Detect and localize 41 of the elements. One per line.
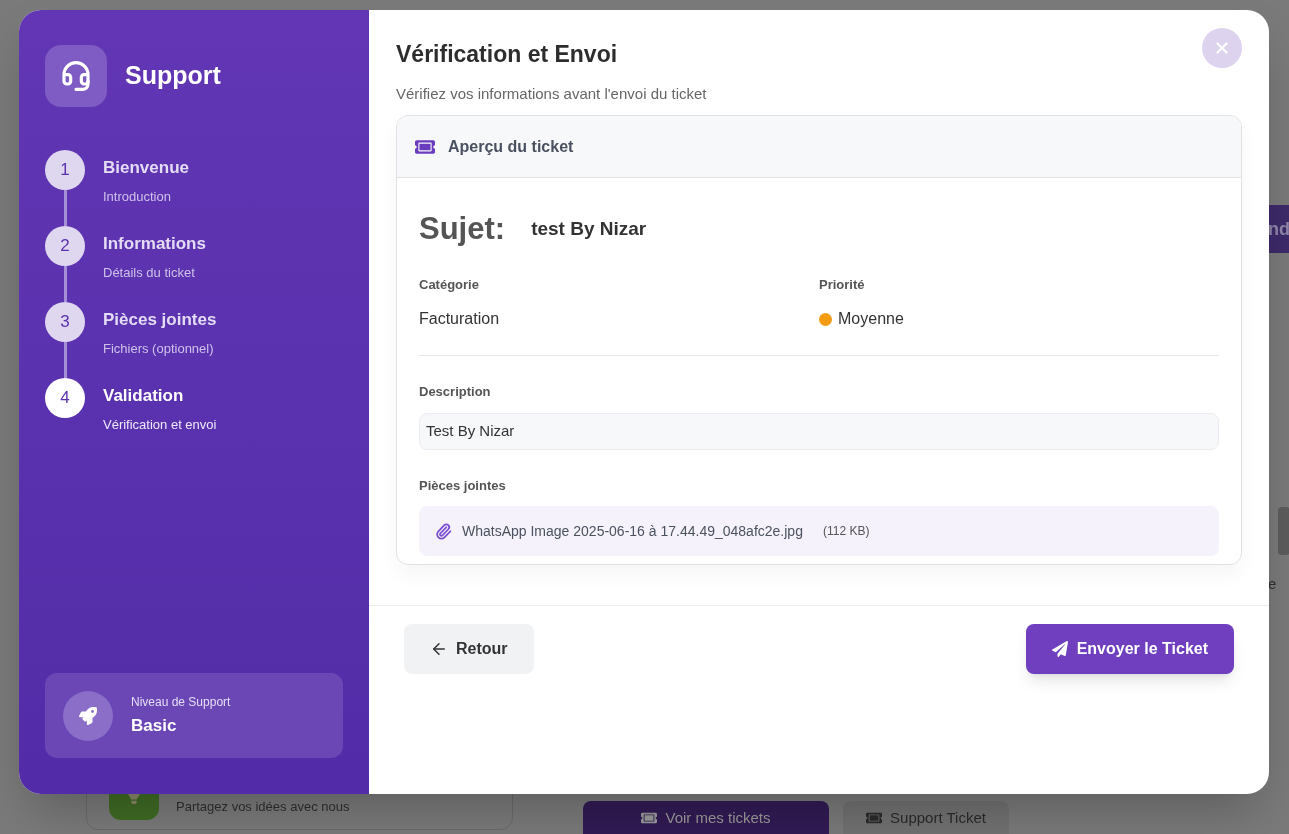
step-subtitle: Détails du ticket [103, 263, 196, 282]
priority-value: Moyenne [838, 309, 904, 329]
headset-icon [45, 45, 107, 107]
paperclip-icon [435, 522, 452, 540]
category-label: Catégorie [419, 275, 480, 294]
step-subtitle: Introduction [103, 187, 172, 206]
support-level-value: Basic [131, 714, 178, 737]
description-label: Description [419, 383, 492, 401]
step-number: 2 [45, 226, 85, 266]
priority-label: Priorité [819, 275, 866, 294]
subject-label: Sujet: [419, 210, 506, 248]
support-level-label: Niveau de Support [131, 693, 231, 711]
dialog-title: Vérification et Envoi [396, 40, 618, 69]
step-title: Pièces jointes [103, 309, 217, 331]
attachment-size: (112 KB) [822, 523, 870, 540]
back-button[interactable]: Retour [404, 624, 534, 674]
step-number: 1 [45, 150, 85, 190]
dialog-subtitle: Vérifiez vos informations avant l'envoi du ticket [396, 83, 708, 104]
page-text: e [1268, 574, 1277, 594]
preview-title: Aperçu du ticket [448, 136, 574, 157]
page-tab[interactable]: Support Ticket [843, 801, 1009, 834]
step-number: 3 [45, 302, 85, 342]
step-title: Validation [103, 385, 185, 407]
page-tab[interactable]: Voir mes tickets [583, 801, 829, 834]
step-subtitle: Fichiers (optionnel) [103, 339, 215, 358]
rocket-icon [63, 690, 113, 741]
subject-value: test By Nizar [531, 217, 647, 241]
close-button[interactable] [1202, 28, 1242, 68]
card-text: Partagez vos idées avec nous [176, 798, 350, 816]
attachments-label: Pièces jointes [419, 476, 507, 495]
sidebar-title: Support [125, 60, 221, 92]
attachment-name: WhatsApp Image 2025-06-16 à 17.44.49_048afc2e.jpg [462, 521, 803, 541]
step-number: 4 [45, 378, 85, 418]
description-field: Test By Nizar [419, 412, 1219, 450]
paper-plane-icon [1051, 641, 1068, 657]
send-button[interactable]: Envoyer le Ticket [1025, 624, 1234, 674]
step-title: Bienvenue [103, 157, 189, 179]
close-icon [1213, 39, 1231, 57]
step-subtitle: Vérification et envoi [103, 415, 217, 434]
category-value: Facturation [419, 309, 501, 329]
step-title: Informations [103, 233, 206, 255]
